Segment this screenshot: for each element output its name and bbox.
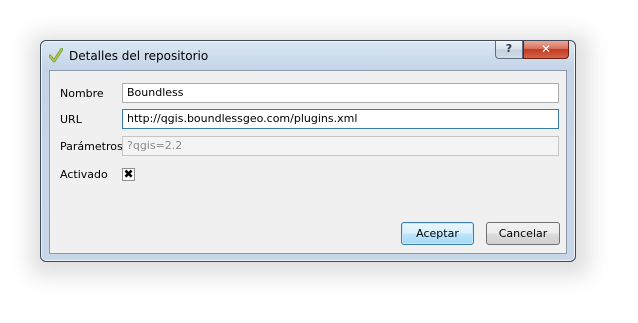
url-input[interactable]: http://qgis.boundlessgeo.com/plugins.xml [122,109,559,129]
check-icon: ✖ [123,167,134,181]
qgis-checkmark-icon [49,48,63,63]
name-label: Nombre [60,87,104,100]
enabled-checkbox[interactable]: ✖ [122,168,135,181]
window-title: Detalles del repositorio [69,49,209,63]
title-bar[interactable]: Detalles del repositorio ? ✕ [41,41,575,69]
parameters-input: ?qgis=2.2 [122,136,559,156]
enabled-label: Activado [60,168,108,181]
name-input[interactable]: Boundless [122,83,559,103]
url-label: URL [60,113,82,126]
help-icon: ? [505,42,513,55]
dialog-body: Nombre Boundless URL http://qgis.boundle… [49,70,567,254]
repository-details-dialog: Detalles del repositorio ? ✕ Nombre Boun… [40,40,576,262]
close-button[interactable]: ✕ [523,41,569,59]
cancel-button[interactable]: Cancelar [486,222,560,245]
accept-button[interactable]: Aceptar [401,222,474,245]
close-icon: ✕ [540,42,552,56]
parameters-label: Parámetros [60,140,123,153]
help-button[interactable]: ? [495,41,523,59]
